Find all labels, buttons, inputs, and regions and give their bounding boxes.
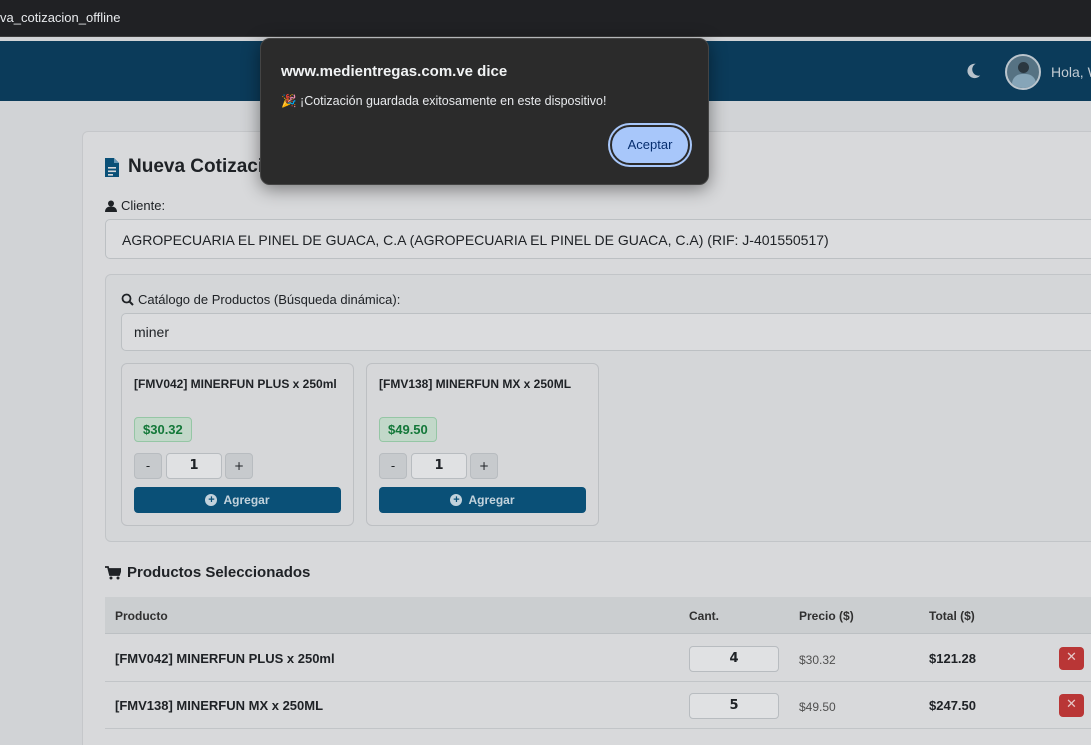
dialog-message: 🎉 ¡Cotización guardada exitosamente en e… <box>281 94 607 108</box>
dialog-title: www.medientregas.com.ve dice <box>281 63 508 80</box>
accept-button[interactable]: Aceptar <box>610 125 690 165</box>
browser-tab-title[interactable]: va_cotizacion_offline <box>0 10 120 25</box>
alert-dialog: www.medientregas.com.ve dice 🎉 ¡Cotizaci… <box>260 38 709 185</box>
browser-tab-bar: va_cotizacion_offline <box>0 0 1091 37</box>
